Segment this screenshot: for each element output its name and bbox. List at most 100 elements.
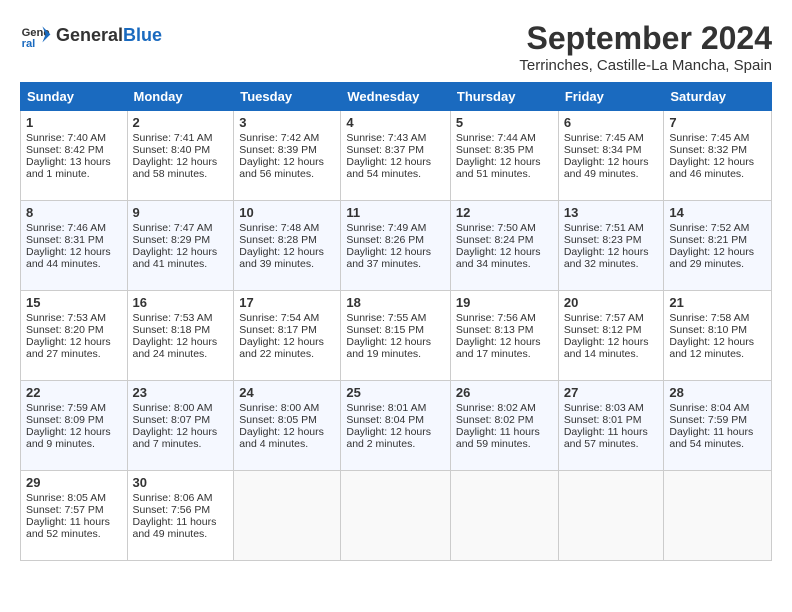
calendar-cell: 13 Sunrise: 7:51 AMSunset: 8:23 PMDayligh… xyxy=(558,201,664,291)
calendar-cell: 21Sunrise: 7:58 AMSunset: 8:10 PMDayligh… xyxy=(664,291,772,381)
daylight-text: Daylight: 12 hours and 22 minutes. xyxy=(239,336,324,360)
sunset-text: Sunset: 8:40 PM xyxy=(133,144,211,156)
day-number: 7 xyxy=(669,115,766,130)
calendar-cell: 1 Sunrise: 7:40 AMSunset: 8:42 PMDaylight… xyxy=(21,111,128,201)
day-number: 21 xyxy=(669,295,766,310)
sunset-text: Sunset: 8:02 PM xyxy=(456,414,534,426)
day-number: 1 xyxy=(26,115,122,130)
calendar-cell: 7Sunrise: 7:45 AMSunset: 8:32 PMDaylight… xyxy=(664,111,772,201)
daylight-text: Daylight: 12 hours and 49 minutes. xyxy=(564,156,649,180)
sunset-text: Sunset: 8:29 PM xyxy=(133,234,211,246)
sunset-text: Sunset: 7:57 PM xyxy=(26,504,104,516)
sunrise-text: Sunrise: 7:45 AM xyxy=(669,132,749,144)
sunrise-text: Sunrise: 7:45 AM xyxy=(564,132,644,144)
calendar-cell xyxy=(664,471,772,561)
logo-icon: Gene ral xyxy=(20,20,52,52)
daylight-text: Daylight: 12 hours and 34 minutes. xyxy=(456,246,541,270)
sunrise-text: Sunrise: 7:43 AM xyxy=(346,132,426,144)
sunrise-text: Sunrise: 7:41 AM xyxy=(133,132,213,144)
daylight-text: Daylight: 11 hours and 54 minutes. xyxy=(669,426,753,450)
col-sunday: Sunday xyxy=(21,83,128,111)
col-tuesday: Tuesday xyxy=(234,83,341,111)
calendar-cell: 30Sunrise: 8:06 AMSunset: 7:56 PMDayligh… xyxy=(127,471,234,561)
day-number: 2 xyxy=(133,115,229,130)
day-number: 9 xyxy=(133,205,229,220)
daylight-text: Daylight: 13 hours and 1 minute. xyxy=(26,156,111,180)
sunset-text: Sunset: 7:56 PM xyxy=(133,504,211,516)
sunrise-text: Sunrise: 7:53 AM xyxy=(133,312,213,324)
day-number: 26 xyxy=(456,385,553,400)
daylight-text: Daylight: 12 hours and 39 minutes. xyxy=(239,246,324,270)
week-row-1: 1Sunrise: 7:40 AMSunset: 8:42 PMDaylight… xyxy=(21,111,772,201)
day-number: 12 xyxy=(456,205,553,220)
logo: Gene ral GeneralBlue xyxy=(20,20,162,52)
day-number: 13 xyxy=(564,205,659,220)
sunrise-text: Sunrise: 7:59 AM xyxy=(26,402,106,414)
sunset-text: Sunset: 8:20 PM xyxy=(26,324,104,336)
sunrise-text: Sunrise: 7:52 AM xyxy=(669,222,749,234)
calendar-cell: 10Sunrise: 7:48 AMSunset: 8:28 PMDayligh… xyxy=(234,201,341,291)
daylight-text: Daylight: 12 hours and 41 minutes. xyxy=(133,246,218,270)
col-saturday: Saturday xyxy=(664,83,772,111)
sunrise-text: Sunrise: 8:06 AM xyxy=(133,492,213,504)
calendar-cell: 17Sunrise: 7:54 AMSunset: 8:17 PMDayligh… xyxy=(234,291,341,381)
daylight-text: Daylight: 12 hours and 32 minutes. xyxy=(564,246,649,270)
sunrise-text: Sunrise: 8:05 AM xyxy=(26,492,106,504)
day-number: 27 xyxy=(564,385,659,400)
sunset-text: Sunset: 8:39 PM xyxy=(239,144,317,156)
daylight-text: Daylight: 12 hours and 14 minutes. xyxy=(564,336,649,360)
sunset-text: Sunset: 8:28 PM xyxy=(239,234,317,246)
col-thursday: Thursday xyxy=(450,83,558,111)
sunset-text: Sunset: 8:35 PM xyxy=(456,144,534,156)
sunrise-text: Sunrise: 7:46 AM xyxy=(26,222,106,234)
sunset-text: Sunset: 8:10 PM xyxy=(669,324,747,336)
calendar-cell xyxy=(341,471,451,561)
sunset-text: Sunset: 8:04 PM xyxy=(346,414,424,426)
daylight-text: Daylight: 11 hours and 49 minutes. xyxy=(133,516,217,540)
day-number: 18 xyxy=(346,295,445,310)
sunset-text: Sunset: 8:24 PM xyxy=(456,234,534,246)
sunset-text: Sunset: 8:12 PM xyxy=(564,324,642,336)
calendar-cell: 3Sunrise: 7:42 AMSunset: 8:39 PMDaylight… xyxy=(234,111,341,201)
logo-text: GeneralBlue xyxy=(56,26,162,46)
month-title: September 2024 xyxy=(519,20,772,57)
calendar-cell: 2 Sunrise: 7:41 AMSunset: 8:40 PMDaylight… xyxy=(127,111,234,201)
sunrise-text: Sunrise: 7:53 AM xyxy=(26,312,106,324)
calendar-cell: 11Sunrise: 7:49 AMSunset: 8:26 PMDayligh… xyxy=(341,201,451,291)
daylight-text: Daylight: 12 hours and 17 minutes. xyxy=(456,336,541,360)
calendar-cell: 14Sunrise: 7:52 AMSunset: 8:21 PMDayligh… xyxy=(664,201,772,291)
calendar-cell: 12Sunrise: 7:50 AMSunset: 8:24 PMDayligh… xyxy=(450,201,558,291)
day-number: 4 xyxy=(346,115,445,130)
calendar-cell: 23Sunrise: 8:00 AMSunset: 8:07 PMDayligh… xyxy=(127,381,234,471)
calendar-cell: 8Sunrise: 7:46 AMSunset: 8:31 PMDaylight… xyxy=(21,201,128,291)
day-number: 22 xyxy=(26,385,122,400)
sunrise-text: Sunrise: 7:40 AM xyxy=(26,132,106,144)
daylight-text: Daylight: 12 hours and 12 minutes. xyxy=(669,336,754,360)
calendar-cell: 9Sunrise: 7:47 AMSunset: 8:29 PMDaylight… xyxy=(127,201,234,291)
col-friday: Friday xyxy=(558,83,664,111)
day-number: 10 xyxy=(239,205,335,220)
day-number: 6 xyxy=(564,115,659,130)
sunrise-text: Sunrise: 8:01 AM xyxy=(346,402,426,414)
sunset-text: Sunset: 8:18 PM xyxy=(133,324,211,336)
day-number: 5 xyxy=(456,115,553,130)
sunrise-text: Sunrise: 7:49 AM xyxy=(346,222,426,234)
sunrise-text: Sunrise: 8:03 AM xyxy=(564,402,644,414)
daylight-text: Daylight: 12 hours and 19 minutes. xyxy=(346,336,431,360)
calendar-cell: 28Sunrise: 8:04 AMSunset: 7:59 PMDayligh… xyxy=(664,381,772,471)
sunrise-text: Sunrise: 8:04 AM xyxy=(669,402,749,414)
svg-text:ral: ral xyxy=(22,38,36,50)
day-number: 8 xyxy=(26,205,122,220)
day-number: 24 xyxy=(239,385,335,400)
week-row-5: 29Sunrise: 8:05 AMSunset: 7:57 PMDayligh… xyxy=(21,471,772,561)
sunset-text: Sunset: 8:34 PM xyxy=(564,144,642,156)
calendar-cell: 27Sunrise: 8:03 AMSunset: 8:01 PMDayligh… xyxy=(558,381,664,471)
sunset-text: Sunset: 8:42 PM xyxy=(26,144,104,156)
daylight-text: Daylight: 12 hours and 58 minutes. xyxy=(133,156,218,180)
calendar-cell xyxy=(558,471,664,561)
sunrise-text: Sunrise: 7:51 AM xyxy=(564,222,644,234)
daylight-text: Daylight: 12 hours and 29 minutes. xyxy=(669,246,754,270)
sunset-text: Sunset: 8:23 PM xyxy=(564,234,642,246)
sunrise-text: Sunrise: 7:57 AM xyxy=(564,312,644,324)
daylight-text: Daylight: 12 hours and 9 minutes. xyxy=(26,426,111,450)
